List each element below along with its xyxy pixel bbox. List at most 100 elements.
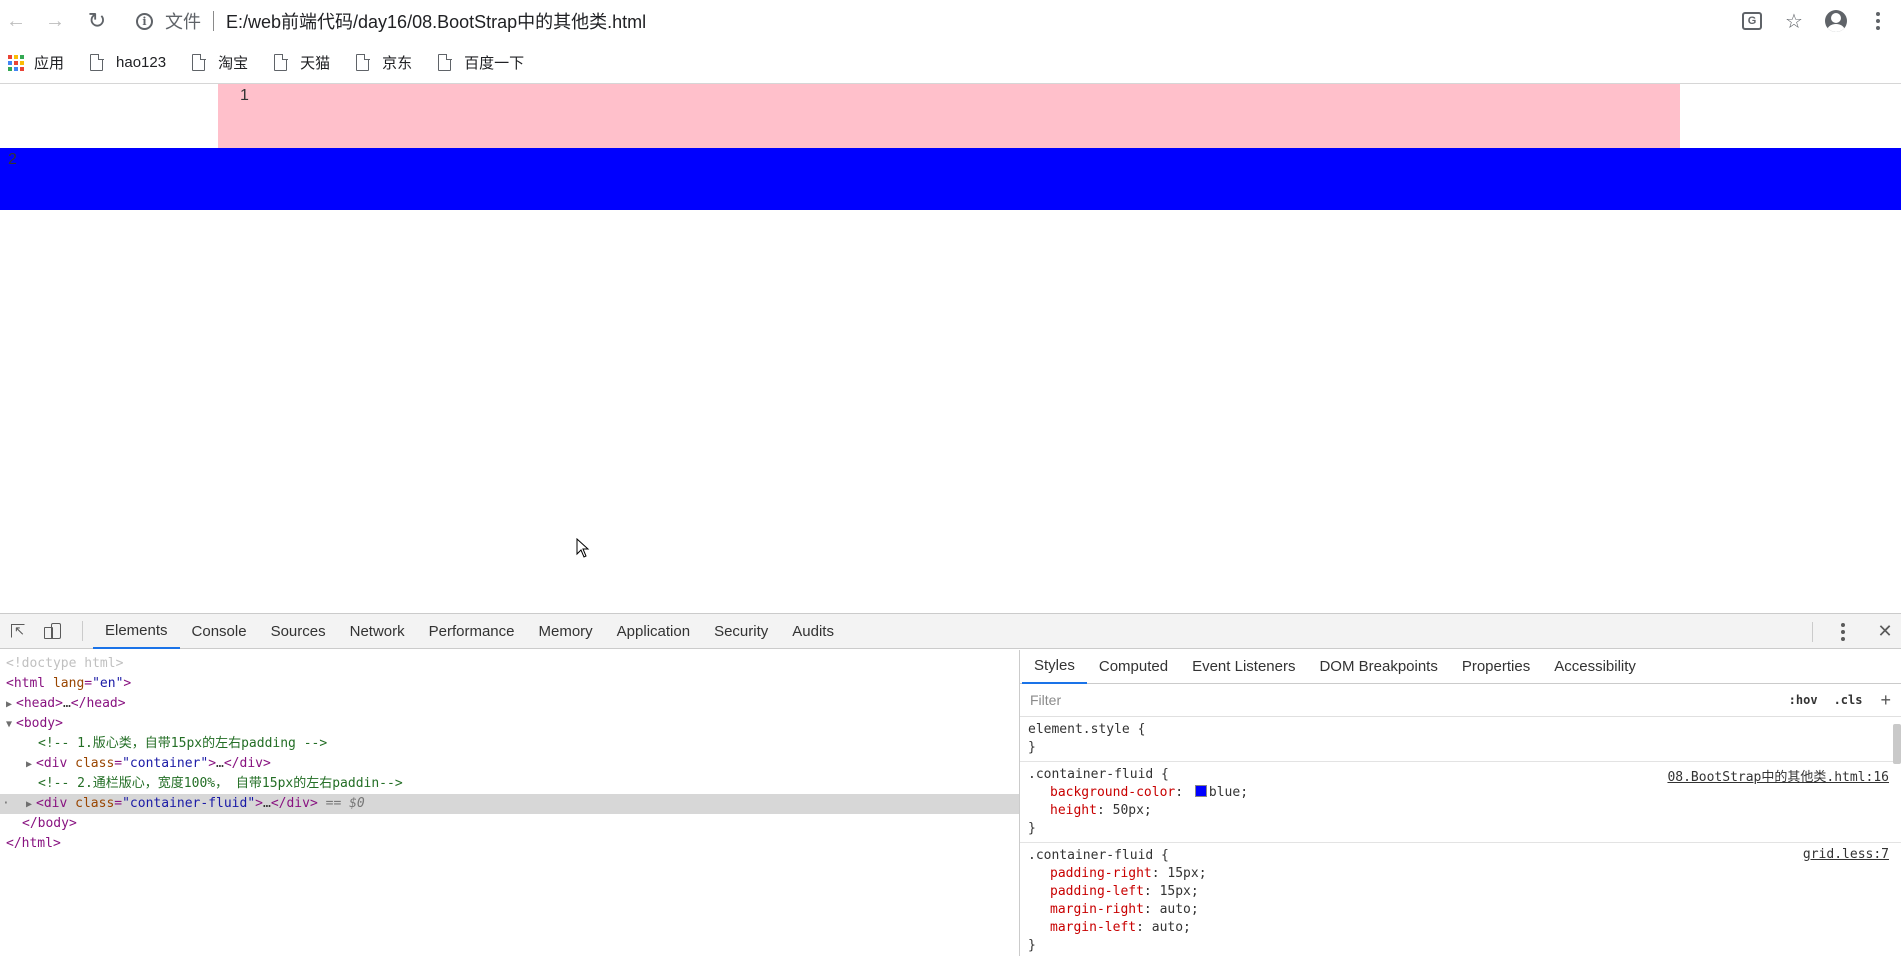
dom-doctype[interactable]: <!doctype html> <box>0 654 1019 674</box>
dom-html-close[interactable]: </html> <box>0 834 1019 854</box>
tab-styles[interactable]: Styles <box>1022 650 1087 684</box>
rule-selector: .container-fluid { <box>1028 767 1169 782</box>
html-tag: html <box>13 676 46 691</box>
css-property[interactable]: margin-left: auto; <box>1028 919 1895 937</box>
tab-elements[interactable]: Elements <box>93 614 180 649</box>
tab-application[interactable]: Application <box>605 614 702 649</box>
css-rule-grid-less[interactable]: grid.less:7 .container-fluid { padding-r… <box>1020 843 1901 956</box>
collapsed-ellipsis: … <box>62 696 71 711</box>
tab-network[interactable]: Network <box>338 614 417 649</box>
cls-toggle[interactable]: .cls <box>1834 693 1863 707</box>
dom-comment-2[interactable]: <!-- 2.通栏版心，宽度100%， 自带15px的左右paddin--> <box>0 774 1019 794</box>
back-button[interactable]: ← <box>4 9 28 33</box>
rule-source-link[interactable]: 08.BootStrap中的其他类.html:16 <box>1667 766 1889 785</box>
selected-dot-icon: · <box>2 796 10 811</box>
css-property[interactable]: height: 50px; <box>1028 802 1895 820</box>
reload-button[interactable]: ↻ <box>85 9 109 33</box>
elements-tree: <!doctype html> <html lang="en"> ▶ <head>… <box>0 650 1019 956</box>
div-class-val: "container-fluid" <box>122 796 256 811</box>
tab-accessibility[interactable]: Accessibility <box>1542 650 1648 684</box>
styles-scrollbar[interactable] <box>1893 724 1901 764</box>
tab-computed[interactable]: Computed <box>1087 650 1180 684</box>
tab-memory[interactable]: Memory <box>527 614 605 649</box>
tab-performance[interactable]: Performance <box>417 614 527 649</box>
info-icon[interactable]: i <box>136 12 153 30</box>
translate-icon[interactable]: G <box>1737 6 1767 36</box>
address-bar[interactable]: i 文件 E:/web前端代码/day16/08.BootStrap中的其他类.… <box>136 6 1676 36</box>
container-fluid-text: 2 <box>8 151 17 168</box>
property-value: auto; <box>1159 902 1199 917</box>
devtools-right-controls: ✕ <box>1812 614 1901 649</box>
dom-comment-1[interactable]: <!-- 1.版心类，自带15px的左右padding --> <box>0 734 1019 754</box>
tab-console[interactable]: Console <box>180 614 259 649</box>
styles-filter-input[interactable]: Filter <box>1030 692 1773 708</box>
mouse-cursor-icon <box>576 538 590 558</box>
tab-sources[interactable]: Sources <box>259 614 338 649</box>
dom-html[interactable]: <html lang="en"> <box>0 674 1019 694</box>
property-name: padding-left <box>1050 884 1144 899</box>
toolbar-right-icons: G ☆ <box>1725 6 1901 36</box>
close-devtools-icon[interactable]: ✕ <box>1873 621 1897 642</box>
property-value: auto; <box>1151 920 1191 935</box>
bookmark-apps[interactable]: 应用 <box>8 52 64 73</box>
comment-text: <!-- 2.通栏版心，宽度100%， 自带15px的左右paddin--> <box>38 776 403 791</box>
dom-body[interactable]: ▼ <body> <box>0 714 1019 734</box>
tab-security[interactable]: Security <box>702 614 780 649</box>
container-fluid-div: 2 <box>0 148 1901 210</box>
page-viewport: 1 2 <box>0 84 1901 613</box>
body-tag: body <box>23 716 56 731</box>
css-property[interactable]: margin-right: auto; <box>1028 901 1895 919</box>
tab-properties[interactable]: Properties <box>1450 650 1542 684</box>
styles-filter-row: Filter :hov .cls + <box>1020 684 1901 717</box>
close-brace: } <box>1028 821 1036 836</box>
page-icon <box>192 53 206 71</box>
css-property[interactable]: padding-left: 15px; <box>1028 883 1895 901</box>
new-rule-icon[interactable]: + <box>1880 690 1891 711</box>
devtools-tabbar: Elements Console Sources Network Perform… <box>0 614 1901 649</box>
bookmarks-bar: 应用 hao123 淘宝 天猫 京东 百度一下 <box>0 42 1901 84</box>
page-icon <box>438 53 452 71</box>
devtools-menu-icon[interactable] <box>1831 620 1855 644</box>
account-icon[interactable] <box>1821 6 1851 36</box>
bookmark-baidu[interactable]: 百度一下 <box>438 52 524 73</box>
selected-marker: == $0 <box>325 796 365 811</box>
close-brace: } <box>1028 938 1036 953</box>
collapse-triangle-icon[interactable]: ▼ <box>6 715 16 735</box>
tab-event-listeners[interactable]: Event Listeners <box>1180 650 1307 684</box>
inspect-element-icon[interactable] <box>6 619 30 643</box>
page-icon <box>90 53 104 71</box>
bookmark-hao123[interactable]: hao123 <box>90 53 166 71</box>
collapsed-ellipsis: … <box>216 756 224 771</box>
rule-selector: .container-fluid { <box>1028 848 1169 863</box>
color-swatch-icon[interactable] <box>1194 785 1207 797</box>
tab-dom-breakpoints[interactable]: DOM Breakpoints <box>1307 650 1449 684</box>
device-toolbar-icon[interactable] <box>44 619 68 643</box>
property-name: margin-left <box>1050 920 1137 935</box>
star-icon[interactable]: ☆ <box>1779 6 1809 36</box>
css-property[interactable]: background-color: blue; <box>1028 784 1895 802</box>
expand-triangle-icon[interactable]: ▶ <box>26 795 36 815</box>
expand-triangle-icon[interactable]: ▶ <box>6 695 16 715</box>
css-rule-inline-source[interactable]: 08.BootStrap中的其他类.html:16 .container-flu… <box>1020 762 1901 843</box>
bookmark-jd[interactable]: 京东 <box>356 52 412 73</box>
menu-icon[interactable] <box>1863 6 1893 36</box>
container-text: 1 <box>240 87 249 104</box>
bookmark-taobao[interactable]: 淘宝 <box>192 52 248 73</box>
html-close-tag: </html> <box>6 836 61 851</box>
property-name: padding-right <box>1050 866 1152 881</box>
rule-source-link[interactable]: grid.less:7 <box>1803 847 1889 862</box>
forward-button[interactable]: → <box>43 9 67 33</box>
tab-audits[interactable]: Audits <box>780 614 846 649</box>
page-icon <box>274 53 288 71</box>
bookmark-label: 应用 <box>34 55 65 72</box>
bookmark-tmall[interactable]: 天猫 <box>274 52 330 73</box>
address-url[interactable]: E:/web前端代码/day16/08.BootStrap中的其他类.html <box>226 8 646 34</box>
expand-triangle-icon[interactable]: ▶ <box>26 755 36 775</box>
hov-toggle[interactable]: :hov <box>1789 693 1818 707</box>
css-property[interactable]: padding-right: 15px; <box>1028 865 1895 883</box>
dom-div-container[interactable]: ▶ <div class="container">…</div> <box>0 754 1019 774</box>
dom-head[interactable]: ▶ <head>…</head> <box>0 694 1019 714</box>
dom-body-close[interactable]: </body> <box>0 814 1019 834</box>
dom-div-container-fluid[interactable]: · ▶ <div class="container-fluid">…</div> … <box>0 794 1019 814</box>
element-style-rule[interactable]: element.style { } <box>1020 717 1901 762</box>
